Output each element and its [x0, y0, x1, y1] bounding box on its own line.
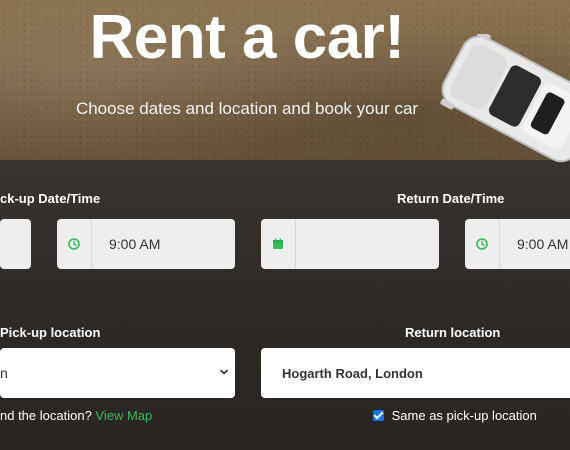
- pickup-location-value: n: [0, 365, 8, 381]
- pickup-time-value: 9:00 AM: [109, 236, 161, 252]
- pickup-location-select[interactable]: n: [0, 348, 235, 398]
- same-as-pickup-label: Same as pick-up location: [391, 408, 537, 423]
- return-location-value: Hogarth Road, London: [282, 365, 423, 381]
- page-subtitle: Choose dates and location and book your …: [75, 99, 419, 118]
- find-location-text: nd the location?: [0, 408, 92, 423]
- return-location-label: Return location: [405, 325, 501, 340]
- same-as-pickup-option[interactable]: Same as pick-up location: [373, 408, 537, 423]
- return-location-input[interactable]: Hogarth Road, London: [261, 348, 570, 398]
- return-time-value: 9:00 AM: [517, 236, 569, 252]
- pickup-location-label: Pick-up location: [0, 325, 101, 340]
- same-as-pickup-checkbox[interactable]: [373, 410, 384, 421]
- pickup-date-input[interactable]: [0, 219, 31, 269]
- view-map-link[interactable]: View Map: [95, 408, 152, 423]
- chevron-down-icon: [219, 364, 235, 382]
- page-title: Rent a car!: [89, 3, 405, 72]
- clock-icon: [57, 219, 92, 269]
- find-location-note: nd the location? View Map: [0, 408, 152, 423]
- return-datetime-label: Return Date/Time: [397, 191, 505, 206]
- calendar-icon: [261, 219, 296, 269]
- pickup-time-input[interactable]: 9:00 AM: [57, 219, 235, 269]
- pickup-datetime-label: ck-up Date/Time: [0, 191, 101, 206]
- return-time-input[interactable]: 9:00 AM: [465, 219, 570, 269]
- clock-icon: [465, 219, 500, 269]
- return-date-input[interactable]: [261, 219, 439, 269]
